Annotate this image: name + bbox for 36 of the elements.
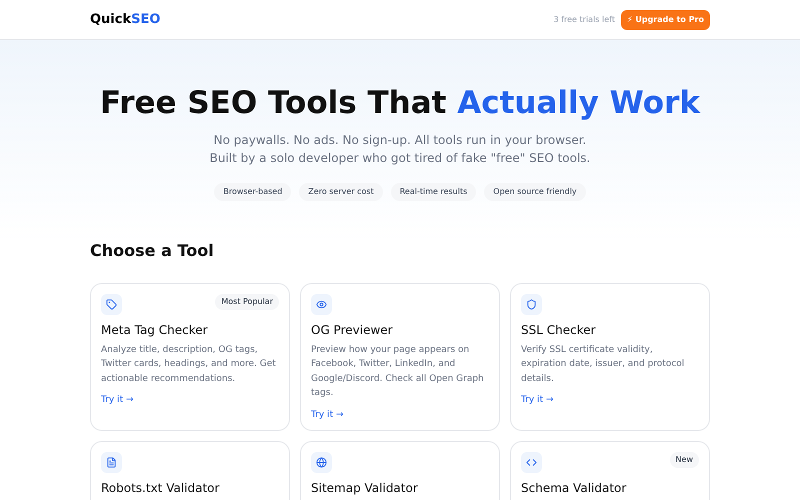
feature-pill: Open source friendly bbox=[484, 182, 586, 201]
tool-card[interactable]: Robots.txt Validator bbox=[90, 440, 290, 500]
hero-subtitle: No paywalls. No ads. No sign-up. All tools run in your browser. bbox=[214, 132, 586, 149]
feature-pill: Browser-based bbox=[214, 182, 292, 201]
hero-subtitle: Built by a solo developer who got tired of fake "free" SEO tools. bbox=[210, 150, 590, 167]
card-description: Preview how your page appears on Facebook, Twitter, LinkedIn, and Google/Discord. Check all Open Graph tags. bbox=[311, 344, 485, 400]
eye-icon bbox=[316, 298, 327, 310]
feature-pill: Zero server cost bbox=[299, 182, 383, 201]
tool-card[interactable]: New Schema Validator bbox=[510, 440, 710, 500]
globe-icon bbox=[316, 456, 327, 468]
card-badge: Most Popular bbox=[215, 294, 279, 310]
card-title: Schema Validator bbox=[521, 480, 628, 497]
hero-title: Free SEO Tools That Actually Work bbox=[100, 84, 700, 123]
section-title: Choose a Tool bbox=[90, 240, 215, 262]
try-it-link[interactable]: Try it → bbox=[311, 408, 489, 422]
code-icon bbox=[526, 456, 537, 468]
tool-card[interactable]: Most Popular Meta Tag Checker Analyze title, description, OG tags, Twitter cards, headings, and more. Get actionable recommendations. Try it → bbox=[90, 282, 290, 431]
card-badge: New bbox=[670, 452, 699, 468]
card-description: Analyze title, description, OG tags, Twitter cards, headings, and more. Get actionable recommendations. bbox=[101, 344, 277, 386]
document-icon bbox=[106, 456, 117, 468]
tool-card[interactable]: OG Previewer Preview how your page appears on Facebook, Twitter, LinkedIn, and Google/Discord. Check all Open Graph tags. Try it → bbox=[300, 282, 500, 431]
try-it-link[interactable]: Try it → bbox=[521, 394, 699, 408]
try-it-link[interactable]: Try it → bbox=[101, 394, 279, 408]
card-title: Meta Tag Checker bbox=[101, 322, 209, 339]
card-title: SSL Checker bbox=[521, 322, 597, 339]
card-description: Verify SSL certificate validity, expiration date, issuer, and protocol details. bbox=[521, 344, 686, 386]
tool-card[interactable]: Sitemap Validator bbox=[300, 440, 500, 500]
tool-card[interactable]: SSL Checker Verify SSL certificate validity, expiration date, issuer, and protocol details. Try it → bbox=[510, 282, 710, 431]
tag-icon bbox=[106, 298, 117, 310]
trials-text: 3 free trials left bbox=[554, 14, 615, 26]
card-title: Sitemap Validator bbox=[311, 480, 419, 497]
feature-pill: Real-time results bbox=[390, 182, 476, 201]
shield-icon bbox=[526, 298, 537, 310]
card-title: Robots.txt Validator bbox=[101, 480, 220, 497]
logo[interactable]: QuickSEO bbox=[90, 10, 160, 30]
card-title: OG Previewer bbox=[311, 322, 394, 339]
